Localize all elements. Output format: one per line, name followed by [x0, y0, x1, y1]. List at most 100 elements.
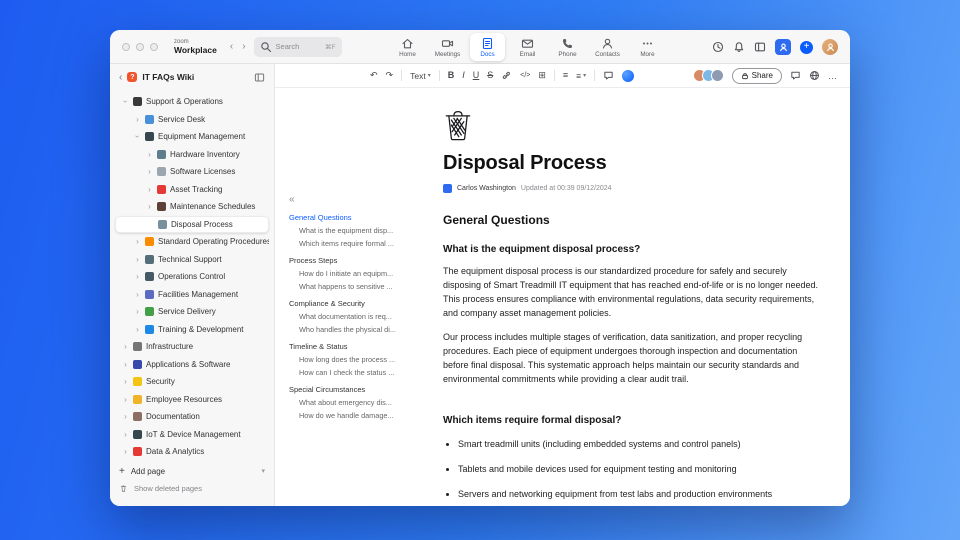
toc-section-timeline-status[interactable]: Timeline & Status	[289, 342, 435, 351]
panel-toggle-icon[interactable]	[754, 41, 766, 53]
chevron-down-icon[interactable]: ▾	[261, 467, 265, 475]
sidebar-collapse-icon[interactable]	[254, 72, 265, 83]
toc-item[interactable]: How do we handle damage...	[289, 411, 435, 420]
sidebar-item-infrastructure[interactable]: › Infrastructure	[115, 338, 269, 356]
show-deleted-pages-button[interactable]: Show deleted pages	[119, 480, 265, 496]
sidebar-item-applications-software[interactable]: › Applications & Software	[115, 356, 269, 374]
chevron-right-icon[interactable]: ›	[122, 377, 129, 386]
chevron-right-icon[interactable]: ›	[134, 307, 141, 316]
tab-email[interactable]: Email	[510, 33, 545, 61]
sidebar-item-service-desk[interactable]: › Service Desk	[115, 111, 269, 129]
chevron-right-icon[interactable]: ›	[122, 360, 129, 369]
comment-icon[interactable]	[603, 70, 614, 81]
sidebar-item-training-development[interactable]: › Training & Development	[115, 321, 269, 339]
chevron-right-icon[interactable]: ›	[122, 395, 129, 404]
sidebar-item-iot-device-management[interactable]: › IoT & Device Management	[115, 426, 269, 444]
toc-item[interactable]: What documentation is req...	[289, 312, 435, 321]
toc-item[interactable]: What is the equipment disp...	[289, 226, 435, 235]
sidebar-item-equipment-management[interactable]: › Equipment Management	[115, 128, 269, 146]
bell-icon[interactable]	[733, 41, 745, 53]
chevron-right-icon[interactable]: ›	[134, 115, 141, 124]
chevron-right-icon[interactable]: ›	[122, 430, 129, 439]
window-minimize-button[interactable]	[136, 42, 144, 51]
share-button[interactable]: Share	[731, 67, 782, 84]
toc-item[interactable]: How long does the process ...	[289, 355, 435, 364]
toc-item[interactable]: Who handles the physical di...	[289, 325, 435, 334]
sidebar-item-software-licenses[interactable]: › Software Licenses	[115, 163, 269, 181]
back-button[interactable]: ‹	[230, 41, 233, 52]
chevron-right-icon[interactable]: ›	[122, 412, 129, 421]
chevron-right-icon[interactable]: ›	[146, 167, 153, 176]
sidebar-item-employee-resources[interactable]: › Employee Resources	[115, 391, 269, 409]
tab-docs[interactable]: Docs	[470, 33, 505, 61]
sidebar-item-technical-support[interactable]: › Technical Support	[115, 251, 269, 269]
chevron-right-icon[interactable]: ›	[134, 272, 141, 281]
chevron-right-icon[interactable]: ›	[134, 255, 141, 264]
chevron-right-icon[interactable]: ›	[134, 325, 141, 334]
collaborator-avatar[interactable]	[710, 69, 724, 82]
sidebar-item-operations-control[interactable]: › Operations Control	[115, 268, 269, 286]
window-close-button[interactable]	[122, 42, 130, 51]
chevron-right-icon[interactable]: ›	[134, 290, 141, 299]
search-input[interactable]: Search ⌘F	[253, 36, 342, 57]
link-icon[interactable]	[501, 70, 512, 81]
profile-avatar[interactable]	[822, 39, 838, 55]
bullet-list-button[interactable]: ≡	[563, 71, 568, 80]
sidebar-item-asset-tracking[interactable]: › Asset Tracking	[115, 181, 269, 199]
tab-meetings[interactable]: Meetings	[430, 33, 465, 61]
toc-section-process-steps[interactable]: Process Steps	[289, 256, 435, 265]
workspace-avatar[interactable]	[775, 39, 791, 55]
document-scroll-area[interactable]: « General Questions What is the equipmen…	[275, 88, 850, 506]
add-page-button[interactable]: + Add page ▾	[119, 462, 265, 480]
ai-companion-icon[interactable]	[622, 69, 635, 82]
add-button[interactable]: +	[800, 40, 813, 54]
window-maximize-button[interactable]	[150, 42, 158, 51]
toc-item[interactable]: What happens to sensitive ...	[289, 282, 435, 291]
italic-button[interactable]: I	[462, 71, 465, 80]
toc-item[interactable]: What about emergency dis...	[289, 398, 435, 407]
redo-button[interactable]: ↷	[386, 71, 394, 80]
tab-more[interactable]: More	[630, 33, 665, 61]
more-options-icon[interactable]: …	[828, 71, 838, 81]
sidebar-item-disposal-process[interactable]: Disposal Process	[115, 215, 269, 233]
sidebar-item-hardware-inventory[interactable]: › Hardware Inventory	[115, 146, 269, 164]
tab-contacts[interactable]: Contacts	[590, 33, 625, 61]
sidebar-item-data-analytics[interactable]: › Data & Analytics	[115, 443, 269, 461]
chevron-right-icon[interactable]: ›	[122, 447, 129, 456]
sidebar-item-service-delivery[interactable]: › Service Delivery	[115, 303, 269, 321]
toc-item[interactable]: Which items require formal ...	[289, 239, 435, 248]
chevron-down-icon[interactable]: ›	[121, 98, 130, 105]
toc-collapse-icon[interactable]: «	[289, 194, 435, 205]
code-button[interactable]: </>	[520, 72, 530, 79]
bold-button[interactable]: B	[448, 71, 455, 80]
toc-section-compliance-security[interactable]: Compliance & Security	[289, 299, 435, 308]
undo-button[interactable]: ↶	[370, 71, 378, 80]
chevron-right-icon[interactable]: ›	[134, 237, 141, 246]
chat-icon[interactable]	[790, 70, 801, 81]
tab-home[interactable]: Home	[390, 33, 425, 61]
toc-section-general-questions[interactable]: General Questions	[289, 213, 435, 222]
sidebar-item-documentation[interactable]: › Documentation	[115, 408, 269, 426]
sidebar-item-maintenance-schedules[interactable]: › Maintenance Schedules	[115, 198, 269, 216]
chevron-down-icon[interactable]: ›	[133, 133, 142, 140]
tab-phone[interactable]: Phone	[550, 33, 585, 61]
chevron-right-icon[interactable]: ›	[146, 150, 153, 159]
insert-table-button[interactable]: ⊞	[538, 71, 546, 80]
toc-item[interactable]: How do I initiate an equipm...	[289, 269, 435, 278]
sidebar-back-button[interactable]: ‹	[119, 72, 122, 83]
sidebar-item-standard-operating-procedures[interactable]: › Standard Operating Procedures	[115, 233, 269, 251]
history-icon[interactable]	[712, 41, 724, 53]
sidebar-item-facilities-management[interactable]: › Facilities Management	[115, 286, 269, 304]
chevron-right-icon[interactable]: ›	[122, 342, 129, 351]
strikethrough-button[interactable]: S	[487, 71, 493, 80]
chevron-right-icon[interactable]: ›	[146, 185, 153, 194]
align-dropdown[interactable]: ≡ ▾	[576, 71, 586, 81]
sidebar-item-support-operations[interactable]: › Support & Operations	[115, 93, 269, 111]
chevron-right-icon[interactable]: ›	[146, 202, 153, 211]
sidebar-item-security[interactable]: › Security	[115, 373, 269, 391]
underline-button[interactable]: U	[473, 71, 480, 80]
text-style-dropdown[interactable]: Text ▾	[410, 71, 431, 81]
forward-button[interactable]: ›	[242, 41, 245, 52]
toc-section-special-circumstances[interactable]: Special Circumstances	[289, 385, 435, 394]
toc-item[interactable]: How can I check the status ...	[289, 368, 435, 377]
